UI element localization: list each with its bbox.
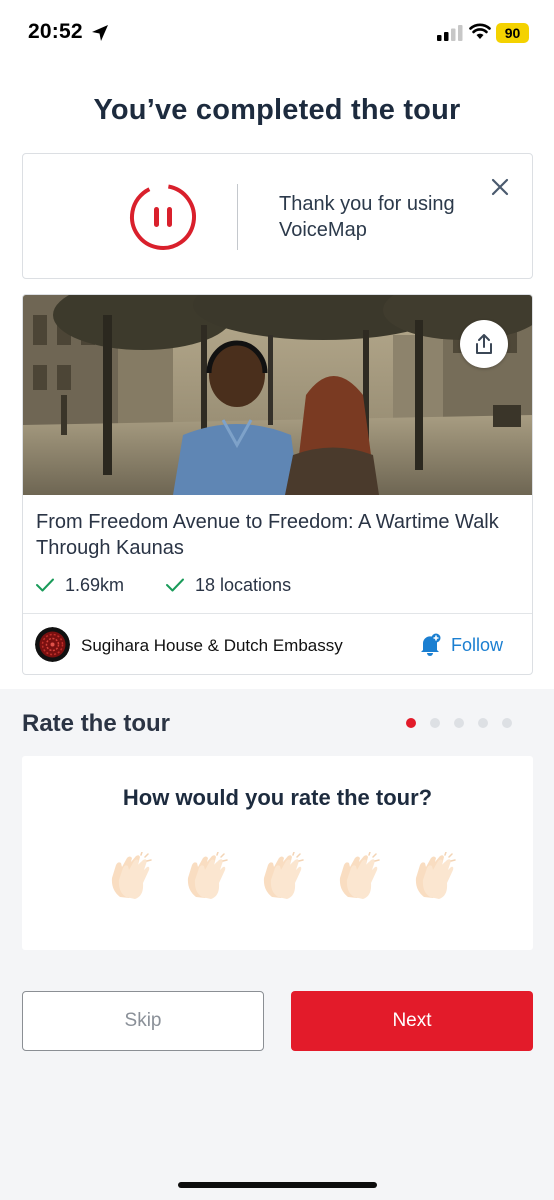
- clapping-hands-icon[interactable]: [259, 852, 305, 902]
- share-button[interactable]: [460, 320, 508, 368]
- divider: [237, 184, 238, 250]
- rating-card: How would you rate the tour?: [22, 756, 533, 950]
- page-title: You’ve completed the tour: [93, 94, 461, 126]
- thank-you-message: Thank you for using VoiceMap: [279, 193, 455, 241]
- follow-button[interactable]: Follow: [419, 631, 503, 659]
- rating-question: How would you rate the tour?: [122, 785, 433, 810]
- pager-dot: [478, 718, 488, 728]
- next-button[interactable]: Next: [291, 991, 533, 1051]
- tour-title[interactable]: From Freedom Avenue to Freedom: A Wartim…: [36, 509, 516, 561]
- tour-card[interactable]: From Freedom Avenue to Freedom: A Wartim…: [22, 294, 533, 675]
- distance-value: 1.69km: [65, 575, 125, 595]
- locations-value: 18 locations: [195, 575, 292, 595]
- pager-dot: [502, 718, 512, 728]
- location-arrow-icon: [92, 25, 108, 41]
- rating-input[interactable]: [107, 852, 457, 902]
- bell-plus-icon: [421, 633, 441, 656]
- battery-icon: 90: [496, 23, 529, 43]
- clapping-hands-icon[interactable]: [335, 852, 381, 902]
- clapping-hands-icon[interactable]: [411, 852, 457, 902]
- status-bar: 20:52 90: [0, 0, 554, 66]
- pager-dot: [454, 718, 464, 728]
- clapping-hands-icon[interactable]: [107, 852, 153, 902]
- check-icon: [36, 578, 54, 592]
- rate-heading: Rate the tour: [22, 710, 171, 737]
- skip-button[interactable]: Skip: [22, 991, 264, 1051]
- close-icon[interactable]: [487, 174, 513, 200]
- tour-distance: 1.69km: [35, 575, 124, 596]
- author-name[interactable]: Sugihara House & Dutch Embassy: [81, 636, 343, 656]
- avatar[interactable]: [35, 627, 70, 662]
- pager-dot: [430, 718, 440, 728]
- completion-card: Thank you for using VoiceMap: [22, 153, 533, 279]
- check-icon: [166, 578, 184, 592]
- clapping-hands-icon[interactable]: [183, 852, 229, 902]
- home-indicator[interactable]: [178, 1182, 377, 1188]
- pager-dots: [406, 718, 512, 728]
- follow-label: Follow: [451, 634, 504, 655]
- pause-icon[interactable]: [128, 182, 198, 252]
- rating-section: Rate the tour How would you rate the tou…: [0, 689, 554, 1200]
- tour-cover-image: [23, 295, 532, 495]
- pager-dot-active: [406, 718, 416, 728]
- signal-icon: [437, 25, 463, 41]
- wifi-icon: [469, 23, 491, 39]
- share-icon: [476, 334, 492, 354]
- status-time: 20:52: [28, 20, 83, 43]
- tour-locations: 18 locations: [165, 575, 291, 596]
- divider: [23, 613, 532, 614]
